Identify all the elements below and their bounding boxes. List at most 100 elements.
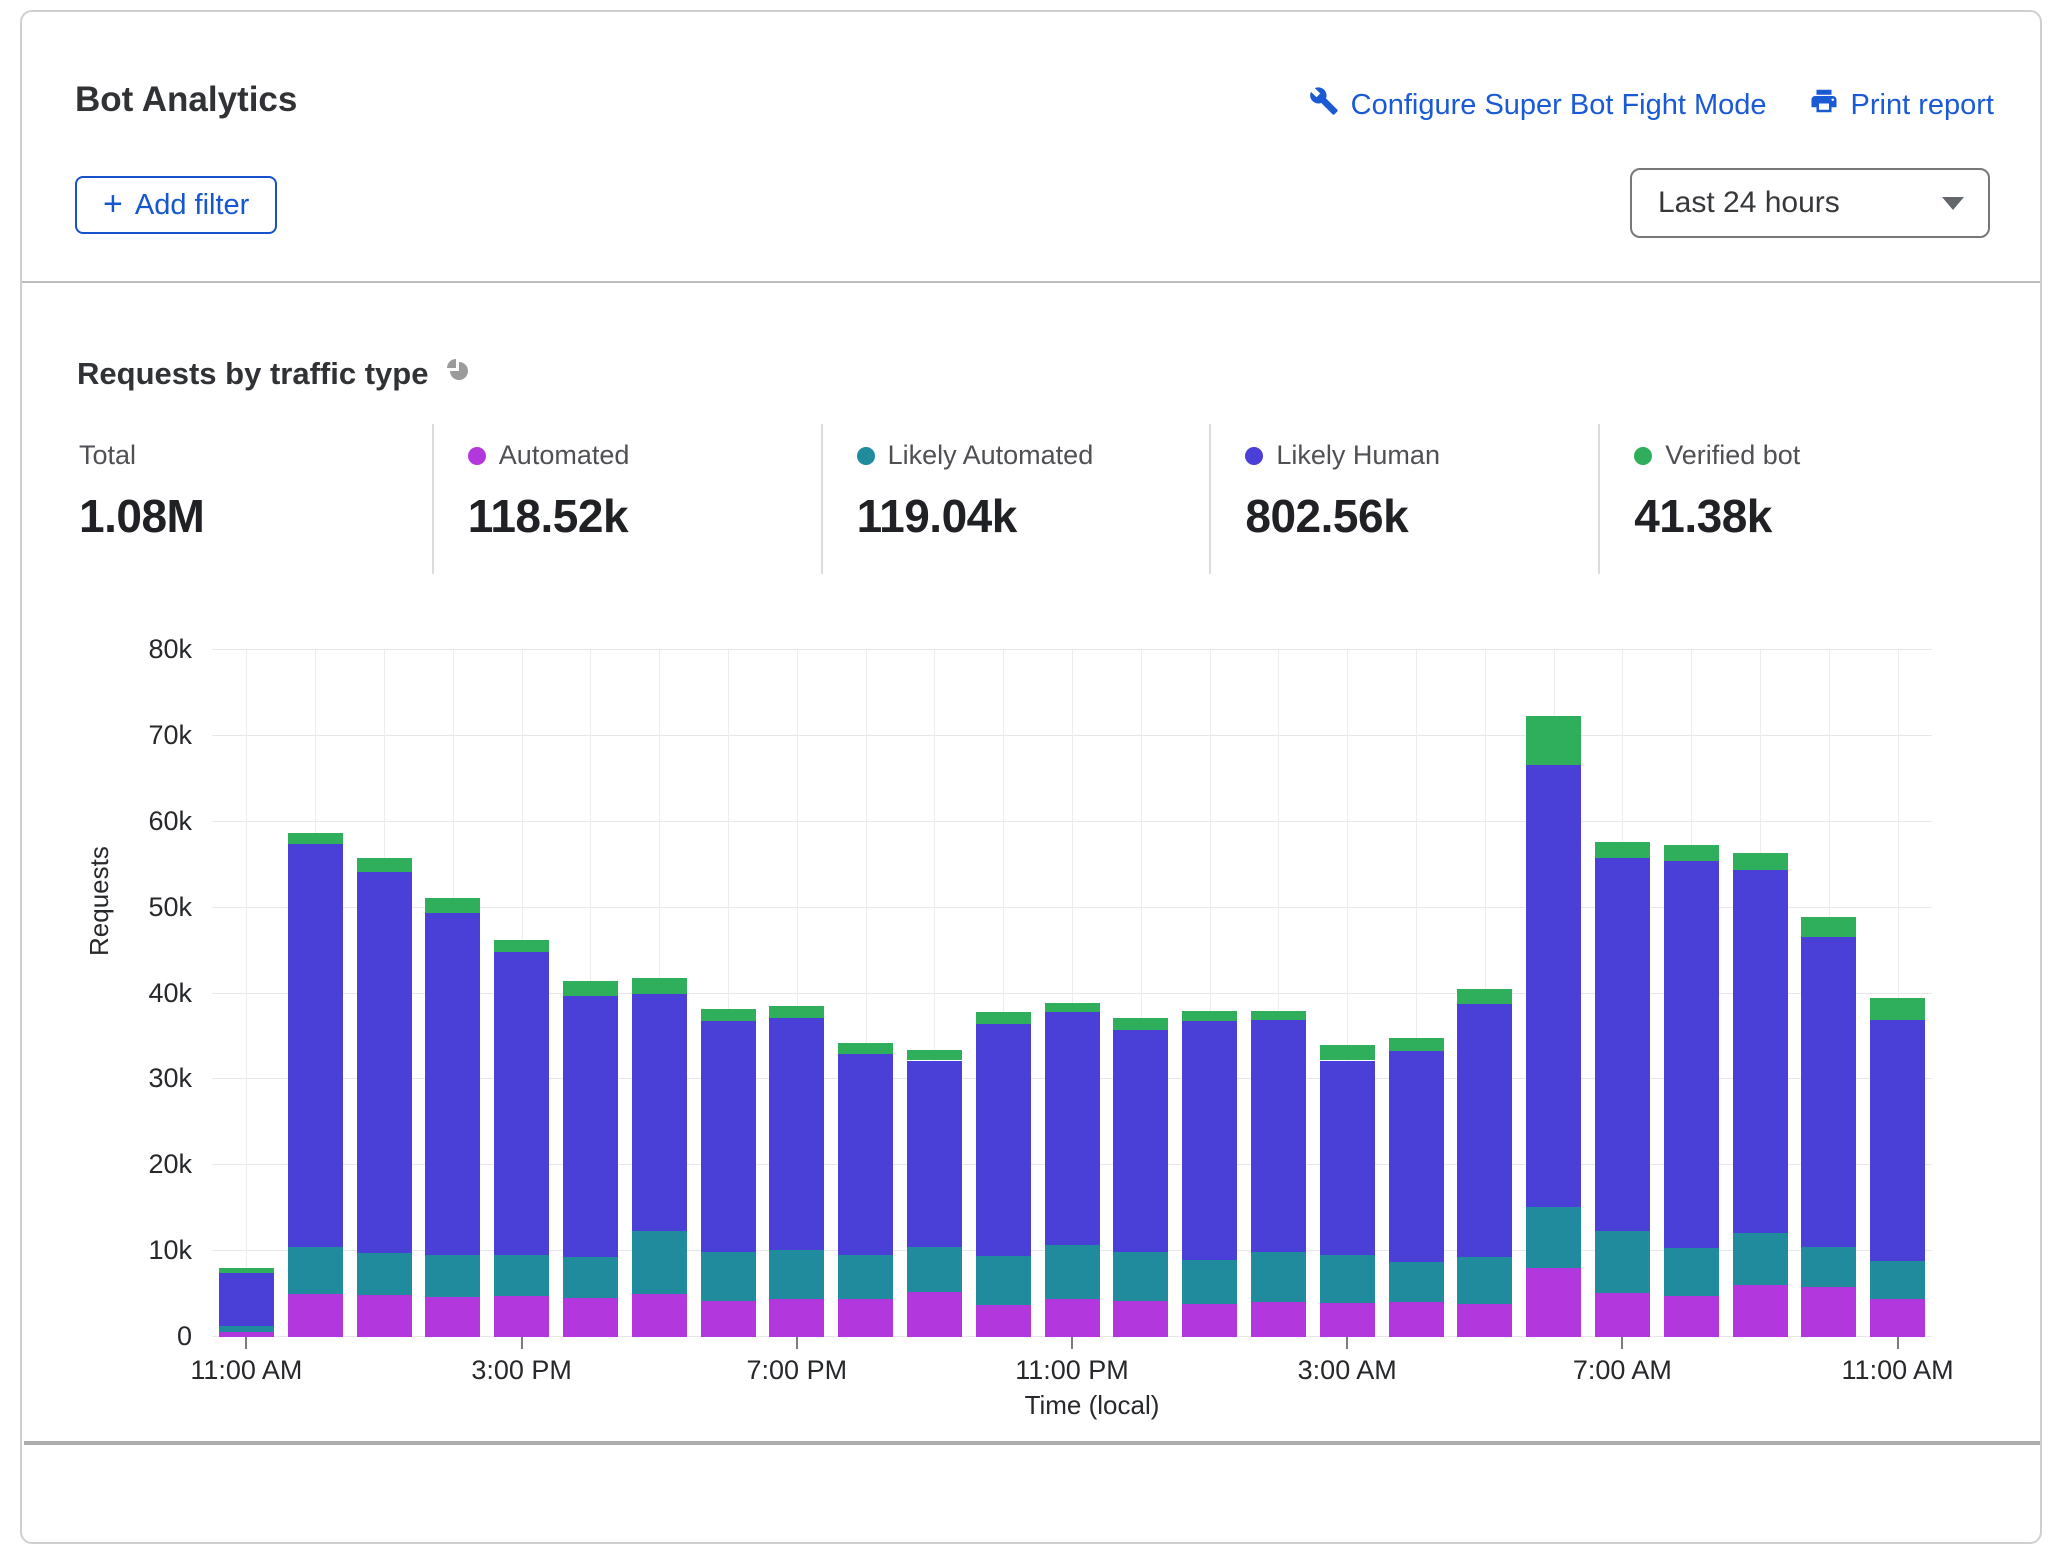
bar-segment-likely-automated[interactable]	[1320, 1255, 1375, 1303]
bar-segment-likely-automated[interactable]	[357, 1253, 412, 1295]
stacked-bar[interactable]	[1113, 1018, 1168, 1337]
bar-segment-verified-bot[interactable]	[1870, 998, 1925, 1020]
bar-segment-verified-bot[interactable]	[1182, 1011, 1237, 1021]
bar-segment-likely-human[interactable]	[701, 1021, 756, 1252]
bar-segment-verified-bot[interactable]	[1664, 845, 1719, 861]
stacked-bar[interactable]	[1664, 845, 1719, 1337]
bar-segment-automated[interactable]	[1251, 1302, 1306, 1337]
stacked-bar[interactable]	[563, 981, 618, 1337]
bar-segment-likely-automated[interactable]	[1526, 1207, 1581, 1268]
bar-segment-likely-human[interactable]	[769, 1018, 824, 1251]
bar-segment-likely-automated[interactable]	[976, 1256, 1031, 1305]
bar-segment-automated[interactable]	[769, 1299, 824, 1337]
bar-segment-likely-human[interactable]	[1801, 937, 1856, 1247]
bar-segment-automated[interactable]	[907, 1292, 962, 1338]
bar-segment-likely-human[interactable]	[494, 952, 549, 1254]
bar-segment-automated[interactable]	[1045, 1299, 1100, 1337]
bar-segment-likely-automated[interactable]	[1389, 1262, 1444, 1302]
stacked-bar[interactable]	[494, 940, 549, 1337]
bar-segment-likely-human[interactable]	[1251, 1020, 1306, 1252]
bar-segment-likely-automated[interactable]	[1664, 1248, 1719, 1296]
bar-segment-likely-human[interactable]	[1733, 870, 1788, 1233]
bar-segment-likely-human[interactable]	[1113, 1030, 1168, 1252]
bar-segment-likely-human[interactable]	[1664, 861, 1719, 1247]
bar-segment-automated[interactable]	[288, 1294, 343, 1337]
print-report-link[interactable]: Print report	[1809, 86, 1994, 124]
bar-segment-verified-bot[interactable]	[1457, 989, 1512, 1004]
stacked-bar[interactable]	[1526, 716, 1581, 1337]
bar-segment-automated[interactable]	[1870, 1299, 1925, 1337]
bar-segment-likely-human[interactable]	[563, 996, 618, 1257]
stacked-bar[interactable]	[1870, 998, 1925, 1337]
bar-segment-automated[interactable]	[1389, 1302, 1444, 1337]
stacked-bar[interactable]	[288, 833, 343, 1337]
stacked-bar[interactable]	[632, 978, 687, 1337]
bar-segment-likely-automated[interactable]	[1045, 1245, 1100, 1299]
bar-segment-likely-human[interactable]	[976, 1024, 1031, 1257]
bar-segment-verified-bot[interactable]	[976, 1012, 1031, 1024]
bar-segment-likely-human[interactable]	[1457, 1004, 1512, 1257]
bar-segment-likely-automated[interactable]	[769, 1250, 824, 1299]
bar-segment-automated[interactable]	[425, 1297, 480, 1337]
bar-segment-automated[interactable]	[357, 1295, 412, 1337]
bar-segment-verified-bot[interactable]	[425, 898, 480, 913]
bar-segment-verified-bot[interactable]	[563, 981, 618, 996]
bar-segment-likely-automated[interactable]	[494, 1255, 549, 1296]
bar-segment-automated[interactable]	[1664, 1296, 1719, 1337]
bar-segment-likely-automated[interactable]	[219, 1326, 274, 1332]
stacked-bar[interactable]	[1182, 1011, 1237, 1337]
bar-segment-likely-automated[interactable]	[425, 1255, 480, 1297]
bar-segment-verified-bot[interactable]	[219, 1268, 274, 1272]
bar-segment-automated[interactable]	[1801, 1287, 1856, 1337]
bar-segment-automated[interactable]	[976, 1305, 1031, 1337]
bar-segment-likely-automated[interactable]	[1801, 1247, 1856, 1287]
configure-super-bot-fight-mode-link[interactable]: Configure Super Bot Fight Mode	[1309, 86, 1767, 124]
bar-segment-automated[interactable]	[1526, 1268, 1581, 1337]
bar-segment-verified-bot[interactable]	[701, 1009, 756, 1021]
bar-segment-verified-bot[interactable]	[1251, 1011, 1306, 1020]
stacked-bar[interactable]	[838, 1043, 893, 1337]
add-filter-button[interactable]: + Add filter	[75, 176, 277, 234]
bar-segment-verified-bot[interactable]	[1045, 1003, 1100, 1012]
bar-segment-verified-bot[interactable]	[357, 858, 412, 872]
bar-segment-likely-human[interactable]	[1595, 858, 1650, 1231]
bar-segment-verified-bot[interactable]	[1389, 1038, 1444, 1051]
bar-segment-verified-bot[interactable]	[1113, 1018, 1168, 1030]
bar-segment-likely-human[interactable]	[632, 994, 687, 1230]
bar-segment-verified-bot[interactable]	[1733, 853, 1788, 870]
bar-segment-automated[interactable]	[1182, 1304, 1237, 1337]
bar-segment-likely-automated[interactable]	[838, 1255, 893, 1300]
bar-segment-verified-bot[interactable]	[288, 833, 343, 844]
bar-segment-verified-bot[interactable]	[1526, 716, 1581, 765]
bar-segment-likely-automated[interactable]	[1113, 1252, 1168, 1301]
bar-segment-likely-human[interactable]	[1870, 1020, 1925, 1261]
bar-segment-likely-automated[interactable]	[1870, 1261, 1925, 1299]
bar-segment-verified-bot[interactable]	[494, 940, 549, 952]
bar-segment-likely-automated[interactable]	[632, 1231, 687, 1295]
stacked-bar[interactable]	[769, 1006, 824, 1337]
bar-segment-likely-human[interactable]	[219, 1273, 274, 1326]
stacked-bar[interactable]	[219, 1268, 274, 1337]
bar-segment-automated[interactable]	[563, 1298, 618, 1338]
bar-segment-verified-bot[interactable]	[1320, 1045, 1375, 1060]
bar-segment-likely-human[interactable]	[907, 1061, 962, 1247]
bar-segment-automated[interactable]	[1113, 1301, 1168, 1337]
bar-segment-likely-human[interactable]	[1320, 1061, 1375, 1255]
stacked-bar[interactable]	[425, 898, 480, 1337]
bar-segment-likely-human[interactable]	[1045, 1012, 1100, 1245]
bar-segment-likely-automated[interactable]	[1733, 1233, 1788, 1285]
stacked-bar[interactable]	[1733, 853, 1788, 1337]
stacked-bar[interactable]	[701, 1009, 756, 1337]
bar-segment-automated[interactable]	[1457, 1304, 1512, 1337]
bar-segment-automated[interactable]	[632, 1294, 687, 1337]
stacked-bar[interactable]	[907, 1050, 962, 1337]
bar-segment-likely-automated[interactable]	[1182, 1260, 1237, 1305]
bar-segment-likely-automated[interactable]	[701, 1252, 756, 1301]
stacked-bar[interactable]	[1389, 1038, 1444, 1337]
bar-segment-verified-bot[interactable]	[632, 978, 687, 994]
stacked-bar[interactable]	[976, 1012, 1031, 1337]
bar-segment-verified-bot[interactable]	[907, 1050, 962, 1060]
bar-segment-likely-human[interactable]	[425, 913, 480, 1255]
bar-segment-likely-human[interactable]	[838, 1054, 893, 1254]
stacked-bar[interactable]	[1320, 1045, 1375, 1337]
